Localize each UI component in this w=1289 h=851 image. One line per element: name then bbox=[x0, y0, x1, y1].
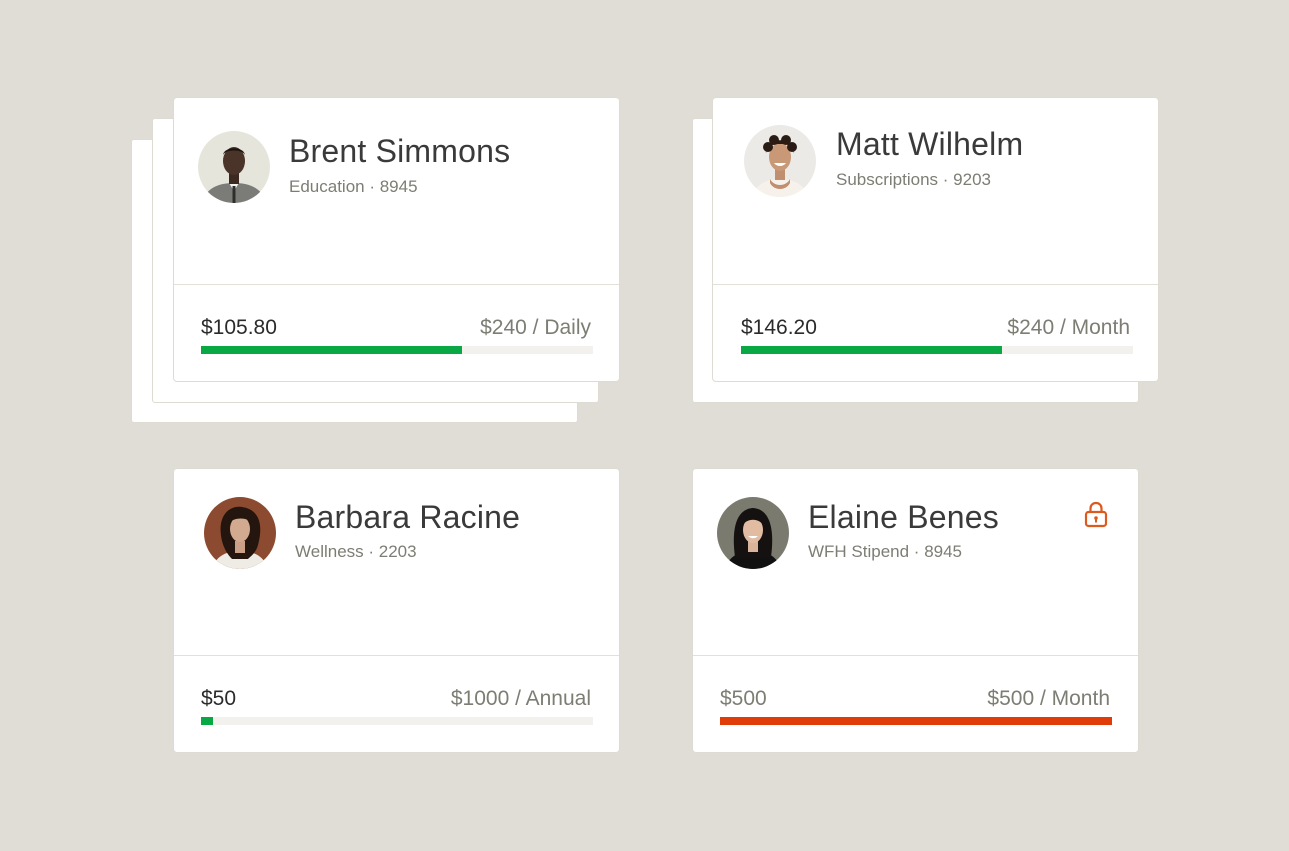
card-category-number: WFH Stipend · 8945 bbox=[808, 542, 963, 561]
progress-track bbox=[201, 346, 593, 354]
progress-track bbox=[201, 717, 593, 725]
cardholder-name: Barbara Racine bbox=[295, 499, 521, 535]
progress-fill bbox=[201, 346, 462, 354]
spent-amount: $50 bbox=[201, 687, 237, 710]
progress-fill bbox=[201, 717, 213, 725]
cardholder-name: Elaine Benes bbox=[808, 499, 999, 535]
avatar bbox=[717, 497, 789, 569]
progress-track bbox=[741, 346, 1133, 354]
avatar bbox=[204, 497, 276, 569]
cardholder-name: Matt Wilhelm bbox=[836, 126, 1024, 162]
avatar bbox=[198, 131, 270, 203]
progress-fill bbox=[720, 717, 1112, 725]
spend-limit: $240 / Daily bbox=[480, 316, 591, 339]
card-category-number: Education · 8945 bbox=[289, 177, 418, 196]
lock-icon[interactable] bbox=[1084, 500, 1108, 528]
avatar bbox=[744, 125, 816, 197]
card-category-number: Subscriptions · 9203 bbox=[836, 170, 991, 189]
spend-limit: $500 / Month bbox=[987, 687, 1110, 710]
card-barbara-racine[interactable]: Barbara Racine Wellness · 2203 $50 $1000… bbox=[173, 468, 620, 753]
cardholder-name: Brent Simmons bbox=[289, 133, 511, 169]
card-brent-simmons[interactable]: Brent Simmons Education · 8945 $105.80 $… bbox=[173, 97, 620, 382]
progress-fill bbox=[741, 346, 1002, 354]
progress-track bbox=[720, 717, 1112, 725]
card-elaine-benes[interactable]: Elaine Benes WFH Stipend · 8945 $500 $50… bbox=[692, 468, 1139, 753]
card-category-number: Wellness · 2203 bbox=[295, 542, 417, 561]
spend-limit: $240 / Month bbox=[1007, 316, 1130, 339]
spend-limit: $1000 / Annual bbox=[450, 687, 591, 710]
card-matt-wilhelm[interactable]: Matt Wilhelm Subscriptions · 9203 $146.2… bbox=[712, 97, 1159, 382]
spent-amount: $146.20 bbox=[741, 316, 817, 339]
spent-amount: $105.80 bbox=[201, 316, 277, 339]
spent-amount: $500 bbox=[720, 687, 767, 710]
